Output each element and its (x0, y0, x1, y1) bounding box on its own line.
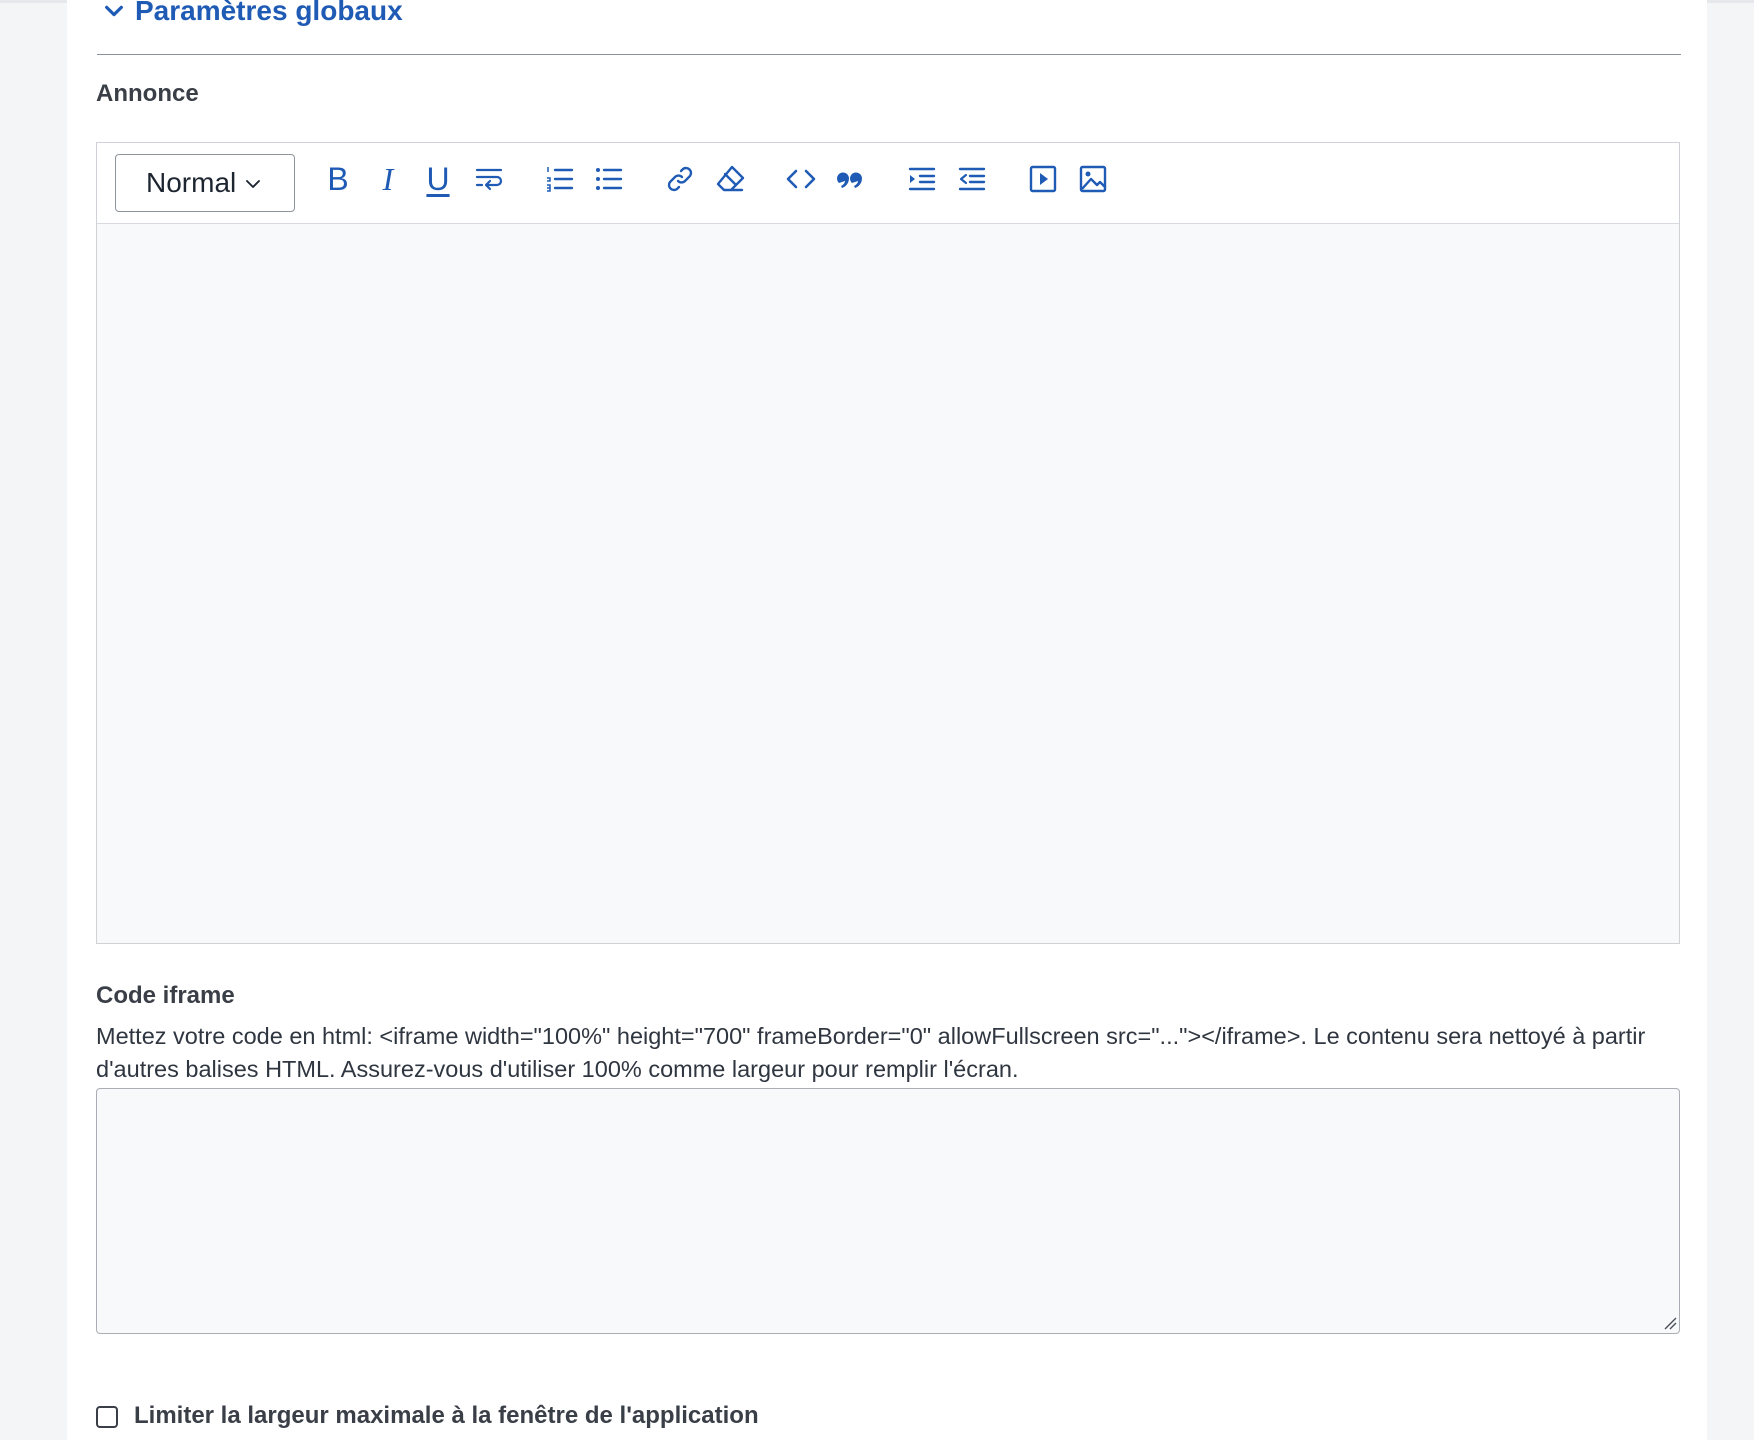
ordered-list-icon (547, 167, 574, 192)
underline-icon: U (426, 161, 450, 197)
code-icon (786, 169, 816, 189)
bold-button[interactable]: B (316, 157, 360, 201)
wrap-text-button[interactable] (467, 157, 511, 201)
wrap-text-icon (475, 168, 503, 191)
bullet-list-button[interactable] (587, 157, 631, 201)
quote-button[interactable] (829, 157, 873, 201)
clear-format-icon (716, 165, 745, 192)
text-style-value: Normal (146, 167, 237, 198)
italic-button[interactable]: I (366, 157, 410, 201)
text-style-select[interactable]: Normal (115, 154, 295, 212)
code-button[interactable] (779, 157, 823, 201)
ordered-list-button[interactable] (538, 157, 582, 201)
resize-grip-icon[interactable] (1663, 1316, 1677, 1330)
underline-button[interactable]: U (416, 157, 460, 201)
image-icon (1079, 165, 1107, 193)
quote-icon (837, 172, 862, 188)
limit-width-checkbox[interactable] (96, 1406, 118, 1428)
clear-format-button[interactable] (708, 157, 752, 201)
limit-width-label[interactable]: Limiter la largeur maximale à la fenêtre… (134, 1402, 759, 1430)
video-button[interactable] (1021, 157, 1065, 201)
video-icon (1029, 165, 1057, 193)
iframe-code-input[interactable] (96, 1088, 1680, 1334)
outdent-icon (958, 167, 986, 191)
editor-content-area[interactable] (97, 224, 1679, 943)
italic-icon: I (382, 161, 394, 197)
indent-icon (908, 167, 936, 191)
outdent-button[interactable] (950, 157, 994, 201)
chevron-down-icon (246, 180, 261, 188)
indent-button[interactable] (900, 157, 944, 201)
rich-text-editor: Normal B I U (96, 142, 1680, 944)
section-toggle-global-settings[interactable]: Paramètres globaux (103, 0, 403, 30)
bullet-list-icon (596, 168, 623, 190)
image-button[interactable] (1071, 157, 1115, 201)
chevron-down-icon (105, 5, 123, 17)
link-icon (667, 166, 693, 192)
announcement-label: Annonce (96, 80, 199, 107)
bold-icon: B (327, 161, 349, 197)
settings-panel: Paramètres globaux Annonce Normal B I U (67, 0, 1707, 1440)
section-title: Paramètres globaux (135, 0, 403, 26)
iframe-code-label: Code iframe (96, 982, 235, 1009)
section-divider (97, 54, 1681, 55)
editor-toolbar: Normal B I U (97, 143, 1679, 224)
iframe-help-text: Mettez votre code en html: <iframe width… (96, 1023, 1646, 1082)
link-button[interactable] (658, 157, 702, 201)
